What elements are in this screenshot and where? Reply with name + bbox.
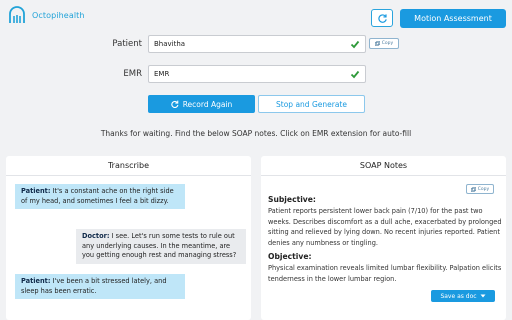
copy-soap-button[interactable]: Copy <box>466 184 494 194</box>
patient-label: Patient <box>112 39 142 49</box>
motion-assessment-button[interactable]: Motion Assessment <box>400 9 506 28</box>
save-as-doc-label: Save as doc <box>440 292 477 300</box>
refresh-button[interactable] <box>371 9 393 27</box>
refresh-icon <box>377 13 387 23</box>
check-icon <box>350 40 360 49</box>
objective-text: Physical examination reveals limited lum… <box>268 264 502 283</box>
octopus-logo-icon <box>9 6 25 23</box>
emr-label: EMR <box>123 69 142 79</box>
speaker-label: Patient: <box>21 187 51 195</box>
brand-logo: Octopihealth <box>6 4 85 26</box>
check-icon <box>350 70 360 79</box>
stop-and-generate-button[interactable]: Stop and Generate <box>258 95 365 113</box>
save-as-doc-button[interactable]: Save as doc <box>431 290 495 302</box>
soap-notes-panel: SOAP Notes Copy Subjective: Patient repo… <box>261 156 506 320</box>
transcript-message: Patient: It's a constant ache on the rig… <box>15 184 185 209</box>
copy-label: Copy <box>381 41 394 46</box>
patient-value: Bhavitha <box>154 40 186 48</box>
copy-icon <box>374 41 380 46</box>
subjective-heading: Subjective: <box>268 195 316 204</box>
copy-label: Copy <box>477 186 490 192</box>
record-again-label: Record Again <box>182 99 233 109</box>
emr-field[interactable]: EMR <box>148 65 366 83</box>
info-message: Thanks for waiting. Find the below SOAP … <box>100 129 412 138</box>
record-again-button[interactable]: Record Again <box>148 95 255 113</box>
transcript-message: Doctor: I see. Let's run some tests to r… <box>76 229 246 264</box>
soap-title: SOAP Notes <box>261 156 506 176</box>
redo-icon <box>171 100 179 108</box>
speaker-label: Doctor: <box>82 232 110 240</box>
transcript-message: Patient: I've been a bit stressed lately… <box>15 274 185 299</box>
copy-icon <box>470 186 476 192</box>
copy-patient-button[interactable]: Copy <box>369 38 399 49</box>
subjective-text: Patient reports persistent lower back pa… <box>268 207 502 247</box>
objective-heading: Objective: <box>268 252 312 261</box>
brand-name: Octopihealth <box>32 10 85 20</box>
transcribe-title: Transcribe <box>6 156 251 176</box>
caret-down-icon <box>480 294 486 298</box>
transcribe-panel: Transcribe Patient: It's a constant ache… <box>6 156 251 320</box>
speaker-label: Patient: <box>21 277 51 285</box>
emr-value: EMR <box>154 70 170 78</box>
patient-field[interactable]: Bhavitha <box>148 35 366 53</box>
